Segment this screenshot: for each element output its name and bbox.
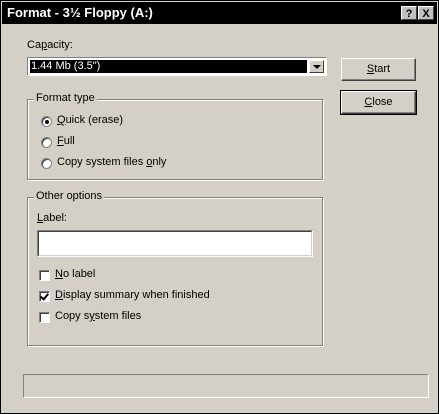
radio-copy-system-files-only-label[interactable]: Copy system files only xyxy=(57,156,166,168)
radio-full-label[interactable]: Full xyxy=(57,135,75,147)
close-window-button[interactable]: X xyxy=(418,6,434,20)
chevron-down-icon[interactable] xyxy=(309,60,324,73)
label-input-inner[interactable] xyxy=(38,231,312,256)
checkbox-no-label-text[interactable]: No label xyxy=(55,268,95,280)
radio-full[interactable] xyxy=(41,137,52,148)
close-button[interactable]: Close xyxy=(340,90,417,115)
radio-copy-system-files-only[interactable] xyxy=(41,158,52,169)
radio-quick-erase-label[interactable]: Quick (erase) xyxy=(57,114,123,126)
checkbox-copy-system-files-text[interactable]: Copy system files xyxy=(55,310,141,322)
other-options-title: Other options xyxy=(34,190,105,202)
format-dialog: Format - 3½ Floppy (A:) ? X Capacity: 1.… xyxy=(0,0,439,414)
window-title: Format - 3½ Floppy (A:) xyxy=(7,5,153,20)
checkbox-no-label[interactable] xyxy=(39,270,50,281)
capacity-dropdown[interactable]: 1.44 Mb (3.5") xyxy=(27,57,327,76)
title-bar[interactable]: Format - 3½ Floppy (A:) ? X xyxy=(2,2,437,24)
checkbox-copy-system-files[interactable] xyxy=(39,312,50,323)
checkbox-display-summary-text[interactable]: Display summary when finished xyxy=(55,289,210,301)
capacity-selected-value: 1.44 Mb (3.5") xyxy=(30,60,307,73)
capacity-label: Capacity: xyxy=(27,39,73,51)
radio-quick-erase[interactable] xyxy=(41,116,52,127)
label-field-caption: Label: xyxy=(37,212,67,224)
start-button[interactable]: Start xyxy=(341,58,416,81)
progress-status-bar xyxy=(23,374,429,398)
format-type-title: Format type xyxy=(34,92,97,104)
label-input[interactable] xyxy=(37,230,313,257)
checkbox-display-summary[interactable] xyxy=(39,291,50,302)
help-button[interactable]: ? xyxy=(401,6,417,20)
